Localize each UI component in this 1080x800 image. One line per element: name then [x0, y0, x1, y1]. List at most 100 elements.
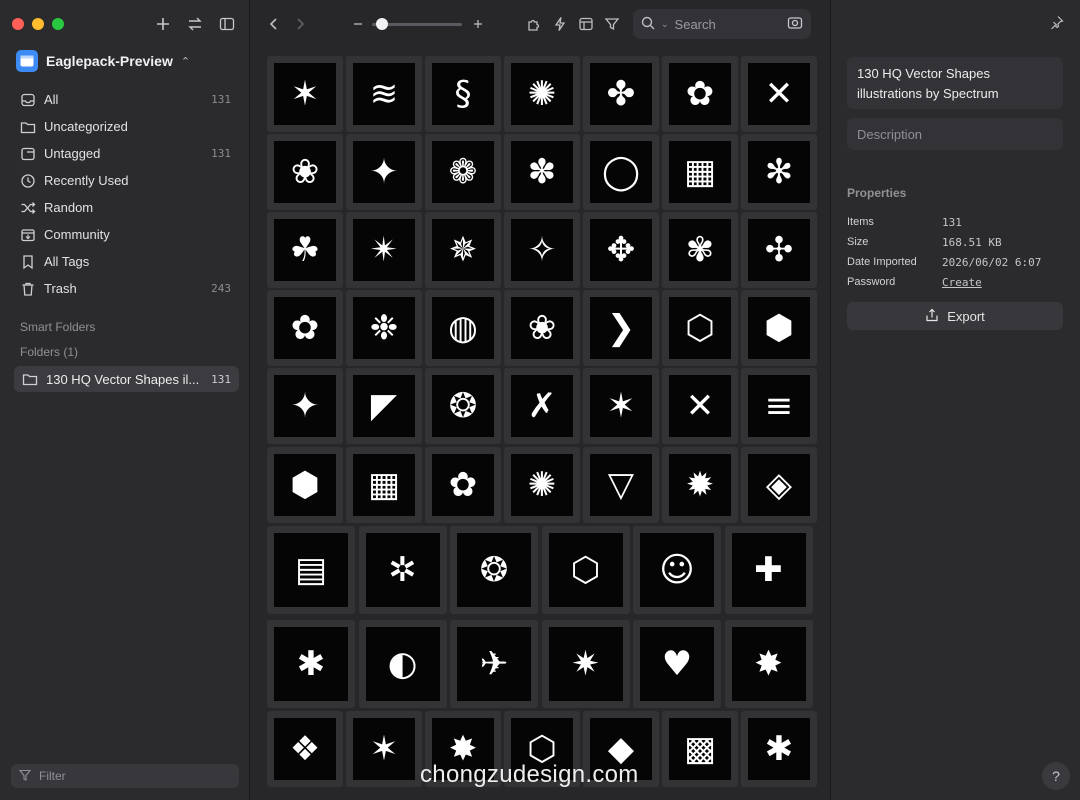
sidebar-item-trash[interactable]: Trash 243	[12, 275, 237, 302]
asset-thumbnail[interactable]: ✶	[583, 368, 659, 444]
sidebar-item-untagged[interactable]: Untagged 131	[12, 140, 237, 167]
asset-thumbnail[interactable]: ❂	[450, 526, 538, 614]
vector-shape-image: ✴	[353, 219, 415, 281]
zoom-in-icon[interactable]	[468, 14, 488, 34]
asset-thumbnail[interactable]: ✱	[267, 620, 355, 708]
sidebar-item-all-tags[interactable]: All Tags	[12, 248, 237, 275]
asset-thumbnail[interactable]: ◯	[583, 134, 659, 210]
asset-thumbnail[interactable]: ✵	[425, 212, 501, 288]
asset-thumbnail[interactable]: ❖	[267, 711, 343, 787]
asset-thumbnail[interactable]: ✹	[662, 447, 738, 523]
asset-thumbnail[interactable]: ≡	[741, 368, 817, 444]
asset-thumbnail[interactable]: ✥	[583, 212, 659, 288]
export-button[interactable]: Export	[847, 302, 1063, 330]
filter-input[interactable]: Filter	[11, 764, 239, 788]
sidebar-item-uncategorized[interactable]: Uncategorized	[12, 113, 237, 140]
folder-name-field[interactable]: 130 HQ Vector Shapes illustrations by Sp…	[847, 57, 1063, 109]
asset-thumbnail[interactable]: ✸	[724, 620, 813, 708]
asset-thumbnail[interactable]: ❀	[267, 134, 343, 210]
sidebar-item-random[interactable]: Random	[12, 194, 237, 221]
asset-thumbnail[interactable]: ⬢	[267, 447, 343, 523]
shuffle-icon	[20, 200, 36, 216]
back-icon[interactable]	[264, 14, 284, 34]
asset-thumbnail[interactable]: ☺	[633, 526, 721, 614]
asset-thumbnail[interactable]: ✺	[504, 56, 580, 132]
bolt-icon[interactable]	[550, 14, 570, 34]
minimize-window-button[interactable]	[32, 18, 44, 30]
zoom-slider[interactable]	[372, 18, 462, 30]
asset-thumbnail[interactable]: ⬡	[662, 290, 738, 366]
asset-thumbnail[interactable]: ⬢	[741, 290, 817, 366]
asset-thumbnail[interactable]: ☘	[267, 212, 343, 288]
asset-thumbnail[interactable]: ✺	[504, 447, 580, 523]
description-field[interactable]: Description	[847, 118, 1063, 150]
folders-heading[interactable]: Folders (1)	[20, 345, 78, 359]
asset-thumbnail[interactable]: ✿	[425, 447, 501, 523]
asset-thumbnail[interactable]: ✶	[267, 56, 343, 132]
asset-thumbnail[interactable]: ❉	[346, 290, 422, 366]
asset-thumbnail[interactable]: ♥	[633, 620, 721, 708]
pin-icon[interactable]	[1050, 15, 1064, 34]
search-input[interactable]: ⌄ Search	[633, 9, 811, 39]
puzzle-icon[interactable]	[524, 14, 544, 34]
asset-thumbnail[interactable]: ◍	[425, 290, 501, 366]
asset-thumbnail[interactable]: ⬡	[541, 526, 630, 614]
layout-icon[interactable]	[576, 14, 596, 34]
asset-thumbnail[interactable]: ✣	[741, 212, 817, 288]
asset-thumbnail[interactable]: ✾	[662, 212, 738, 288]
asset-thumbnail[interactable]: ✈	[450, 620, 538, 708]
asset-thumbnail[interactable]: ▤	[267, 526, 355, 614]
asset-thumbnail[interactable]: ▦	[346, 447, 422, 523]
asset-thumbnail[interactable]: ✧	[504, 212, 580, 288]
asset-thumbnail[interactable]: ◈	[741, 447, 817, 523]
vector-shape-image: ⬢	[748, 297, 810, 359]
asset-thumbnail[interactable]: ❁	[425, 134, 501, 210]
asset-thumbnail[interactable]: ▽	[583, 447, 659, 523]
zoom-out-icon[interactable]	[348, 14, 368, 34]
asset-thumbnail[interactable]: ✦	[346, 134, 422, 210]
zoom-slider-knob[interactable]	[376, 18, 389, 30]
asset-thumbnail[interactable]: ✴	[346, 212, 422, 288]
asset-thumbnail[interactable]: ✿	[267, 290, 343, 366]
asset-thumbnail[interactable]: ◐	[358, 620, 447, 708]
asset-thumbnail[interactable]: ✗	[504, 368, 580, 444]
asset-thumbnail[interactable]: ▩	[662, 711, 738, 787]
smart-folders-heading[interactable]: Smart Folders	[20, 320, 95, 334]
asset-thumbnail[interactable]: ✤	[583, 56, 659, 132]
filter-icon[interactable]	[602, 14, 622, 34]
asset-thumbnail[interactable]: ✻	[741, 134, 817, 210]
zoom-window-button[interactable]	[52, 18, 64, 30]
help-button[interactable]: ?	[1042, 762, 1070, 790]
chevron-down-icon[interactable]: ⌄	[661, 19, 669, 30]
sidebar-item-all[interactable]: All 131	[12, 86, 237, 113]
image-search-icon[interactable]	[787, 15, 803, 34]
asset-thumbnail[interactable]: §	[425, 56, 501, 132]
asset-thumbnail[interactable]: ≋	[346, 56, 422, 132]
sidebar-toggle-icon[interactable]	[217, 14, 237, 34]
asset-thumbnail[interactable]: ▦	[662, 134, 738, 210]
library-switcher[interactable]: Eaglepack-Preview ⌃	[16, 50, 190, 72]
sync-icon[interactable]	[185, 14, 205, 34]
asset-thumbnail[interactable]: ❯	[583, 290, 659, 366]
sidebar-folder-item[interactable]: 130 HQ Vector Shapes il... 131	[14, 366, 239, 392]
asset-thumbnail[interactable]: ❂	[425, 368, 501, 444]
asset-thumbnail[interactable]: ✽	[504, 134, 580, 210]
asset-thumbnail[interactable]: ✷	[541, 620, 630, 708]
asset-thumbnail[interactable]: ✲	[358, 526, 447, 614]
plus-icon[interactable]	[153, 14, 173, 34]
asset-thumbnail[interactable]: ✱	[741, 711, 817, 787]
sidebar-item-community[interactable]: Community	[12, 221, 237, 248]
forward-icon[interactable]	[290, 14, 310, 34]
create-password-link[interactable]: Create	[942, 276, 982, 289]
sidebar-tools	[153, 14, 237, 34]
sidebar-item-recently-used[interactable]: Recently Used	[12, 167, 237, 194]
asset-thumbnail[interactable]: ✶	[346, 711, 422, 787]
close-window-button[interactable]	[12, 18, 24, 30]
asset-thumbnail[interactable]: ◤	[346, 368, 422, 444]
asset-thumbnail[interactable]: ✦	[267, 368, 343, 444]
asset-thumbnail[interactable]: ✕	[662, 368, 738, 444]
asset-thumbnail[interactable]: ❀	[504, 290, 580, 366]
asset-thumbnail[interactable]: ✿	[662, 56, 738, 132]
asset-thumbnail[interactable]: ✕	[741, 56, 817, 132]
asset-thumbnail[interactable]: ✚	[724, 526, 813, 614]
